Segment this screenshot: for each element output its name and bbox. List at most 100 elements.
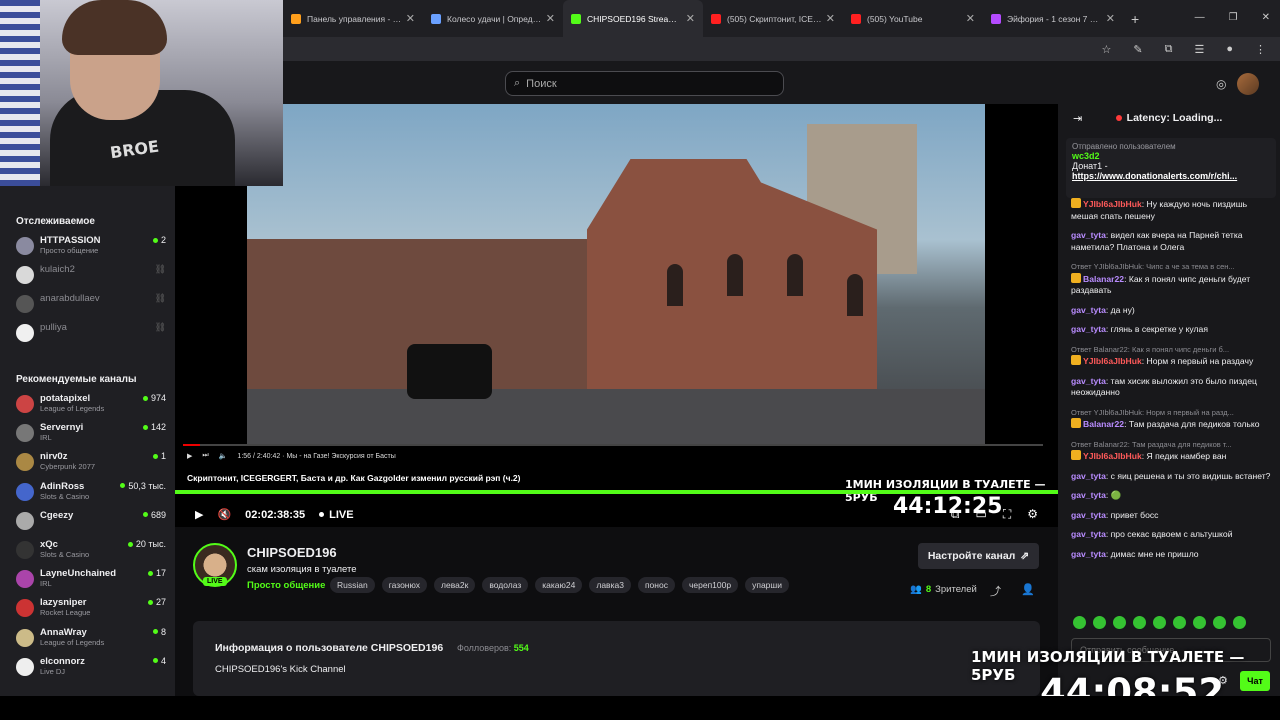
browser-tab[interactable]: Колесо удачи | Определ ✕ xyxy=(423,0,563,37)
chat-text: : Я педик намбер ван xyxy=(1141,451,1227,461)
chat-username[interactable]: gav_tyta xyxy=(1071,549,1106,559)
donation-link[interactable]: https://www.donationalerts.com/r/chi... xyxy=(1072,171,1270,181)
stream-tag[interactable]: газонюх xyxy=(381,577,428,593)
emote-icon[interactable] xyxy=(1073,616,1086,629)
channel-category: IRL xyxy=(40,579,52,589)
stream-tag[interactable]: лева2к xyxy=(434,577,476,593)
crown-badge-icon xyxy=(1071,198,1081,208)
sidebar-channel[interactable]: kulaich2 ⛓ xyxy=(16,264,166,290)
stream-tag[interactable]: понос xyxy=(637,577,675,593)
chat-username[interactable]: YJIbl6aJIbHuk xyxy=(1083,451,1142,461)
streamer-name[interactable]: CHIPSOED196 xyxy=(247,545,337,560)
add-user-icon[interactable]: 👤 xyxy=(1021,583,1035,596)
pip-button[interactable]: ⧉ xyxy=(951,507,960,522)
sidebar-channel[interactable]: nirv0z Cyberpunk 2077 1 xyxy=(16,451,166,477)
close-tab-icon[interactable]: ✕ xyxy=(966,12,975,25)
fullscreen-button[interactable]: ⛶ xyxy=(1003,507,1011,522)
emote-icon[interactable] xyxy=(1113,616,1126,629)
chat-username[interactable]: gav_tyta xyxy=(1071,490,1106,500)
share-icon[interactable]: ⤴ xyxy=(990,583,1001,599)
browser-tab[interactable]: CHIPSOED196 Stream - W ✕ xyxy=(563,0,703,37)
favicon-icon xyxy=(431,13,441,24)
sidebar-channel[interactable]: elconnorz Live DJ 4 xyxy=(16,656,166,682)
followers-count: Фолловеров: 554 xyxy=(457,643,529,653)
search-input[interactable]: ⌕ Поиск xyxy=(505,71,784,96)
sidebar-icon[interactable]: ☰ xyxy=(1194,43,1204,56)
menu-dots-icon[interactable]: ⋮ xyxy=(1255,43,1266,56)
user-avatar[interactable] xyxy=(1237,73,1259,95)
browser-tabbar: Панель управления - Па ✕ Колесо удачи | Оп… xyxy=(283,0,1280,37)
chat-username[interactable]: YJIbl6aJIbHuk xyxy=(1083,356,1142,366)
theatre-button[interactable]: ▭ xyxy=(975,507,986,522)
channel-avatar xyxy=(16,324,34,342)
sidebar-channel[interactable]: potatapixel League of Legends 974 xyxy=(16,393,166,419)
pen-icon[interactable]: ✎ xyxy=(1133,43,1142,56)
sidebar-channel[interactable]: AnnaWray League of Legends 8 xyxy=(16,627,166,653)
stream-tag[interactable]: лавка3 xyxy=(589,577,631,593)
setup-channel-button[interactable]: Настройте канал ⇗ xyxy=(918,543,1039,569)
close-tab-icon[interactable]: ✕ xyxy=(546,12,555,25)
channel-avatar xyxy=(16,295,34,313)
sidebar-channel[interactable]: HTTPASSION Просто общение 2 xyxy=(16,235,166,261)
chat-username[interactable]: Balanar22 xyxy=(1083,419,1124,429)
sidebar-channel[interactable]: AdinRoss Slots & Casino 50,3 тыс. xyxy=(16,481,166,507)
stream-tag[interactable]: водолаз xyxy=(482,577,529,593)
stream-tag[interactable]: череп100р xyxy=(681,577,739,593)
bookmark-star-icon[interactable]: ☆ xyxy=(1102,43,1112,56)
emote-icon[interactable] xyxy=(1093,616,1106,629)
favicon-icon xyxy=(851,13,861,24)
stream-tag[interactable]: какаю24 xyxy=(535,577,583,593)
video-frame xyxy=(247,104,985,444)
emote-icon[interactable] xyxy=(1153,616,1166,629)
chat-username[interactable]: gav_tyta xyxy=(1071,324,1106,334)
minimize-icon[interactable]: — xyxy=(1195,12,1205,23)
stream-category[interactable]: Просто общение xyxy=(247,580,325,591)
emote-icon[interactable] xyxy=(1193,616,1206,629)
chat-username[interactable]: gav_tyta xyxy=(1071,376,1106,386)
profile-icon[interactable]: ● xyxy=(1226,43,1233,55)
settings-gear-icon[interactable]: ⚙ xyxy=(1027,507,1038,522)
chat-message: Ответ YJIbl6aJIbHuk: Норм я первый на ра… xyxy=(1071,407,1271,431)
chat-text: : Норм я первый на раздачу xyxy=(1141,356,1254,366)
emote-icon[interactable] xyxy=(1233,616,1246,629)
sidebar-channel[interactable]: anarabdullaev ⛓ xyxy=(16,293,166,319)
close-tab-icon[interactable]: ✕ xyxy=(686,12,695,25)
sidebar-channel[interactable]: lazysniper Rocket League 27 xyxy=(16,597,166,623)
notifications-icon[interactable]: ◎ xyxy=(1216,77,1226,91)
close-tab-icon[interactable]: ✕ xyxy=(1106,12,1115,25)
crown-badge-icon xyxy=(1071,450,1081,460)
stream-tag[interactable]: Russian xyxy=(330,577,375,593)
browser-tab[interactable]: Эйфория - 1 сезон 7 сер ✕ xyxy=(983,0,1123,37)
sidebar-channel[interactable]: pulliya ⛓ xyxy=(16,322,166,348)
close-tab-icon[interactable]: ✕ xyxy=(826,12,835,25)
chat-username[interactable]: gav_tyta xyxy=(1071,305,1106,315)
extensions-icon[interactable]: ⧉ xyxy=(1165,43,1173,56)
emote-icon[interactable] xyxy=(1173,616,1186,629)
chat-username[interactable]: gav_tyta xyxy=(1071,230,1106,240)
new-tab-icon[interactable]: + xyxy=(1123,11,1147,27)
emote-icon[interactable] xyxy=(1213,616,1226,629)
channel-name: xQc xyxy=(40,539,58,550)
channel-avatar xyxy=(16,599,34,618)
browser-tab[interactable]: Панель управления - Па ✕ xyxy=(283,0,423,37)
emote-icon[interactable] xyxy=(1133,616,1146,629)
sidebar-channel[interactable]: LayneUnchained IRL 17 xyxy=(16,568,166,594)
sidebar-channel[interactable]: Servernyi IRL 142 xyxy=(16,422,166,448)
sidebar-channel[interactable]: xQc Slots & Casino 20 тыс. xyxy=(16,539,166,565)
chat-username[interactable]: gav_tyta xyxy=(1071,510,1106,520)
chat-username[interactable]: gav_tyta xyxy=(1071,529,1106,539)
browser-tab[interactable]: (505) Скриптонит, ICEGE ✕ xyxy=(703,0,843,37)
mute-button[interactable]: 🔇 xyxy=(217,508,231,521)
close-window-icon[interactable]: ✕ xyxy=(1262,12,1270,23)
chat-username[interactable]: YJIbl6aJIbHuk xyxy=(1083,199,1142,209)
play-button[interactable]: ▶ xyxy=(195,508,203,521)
chat-username[interactable]: gav_tyta xyxy=(1071,471,1106,481)
browser-tab[interactable]: (505) YouTube ✕ xyxy=(843,0,983,37)
sidebar-channel[interactable]: Cgeezy 689 xyxy=(16,510,166,536)
reply-context: Ответ Balanar22: Как я понял чипс деньги… xyxy=(1071,344,1230,354)
close-tab-icon[interactable]: ✕ xyxy=(406,12,415,25)
video-player[interactable]: ▶ ⏭ 🔈 1:56 / 2:40:42 · Мы - на Газе! Экс… xyxy=(175,104,1058,527)
stream-tag[interactable]: упарши xyxy=(745,577,789,593)
chat-username[interactable]: Balanar22 xyxy=(1083,274,1124,284)
restore-icon[interactable]: ❐ xyxy=(1229,12,1238,23)
